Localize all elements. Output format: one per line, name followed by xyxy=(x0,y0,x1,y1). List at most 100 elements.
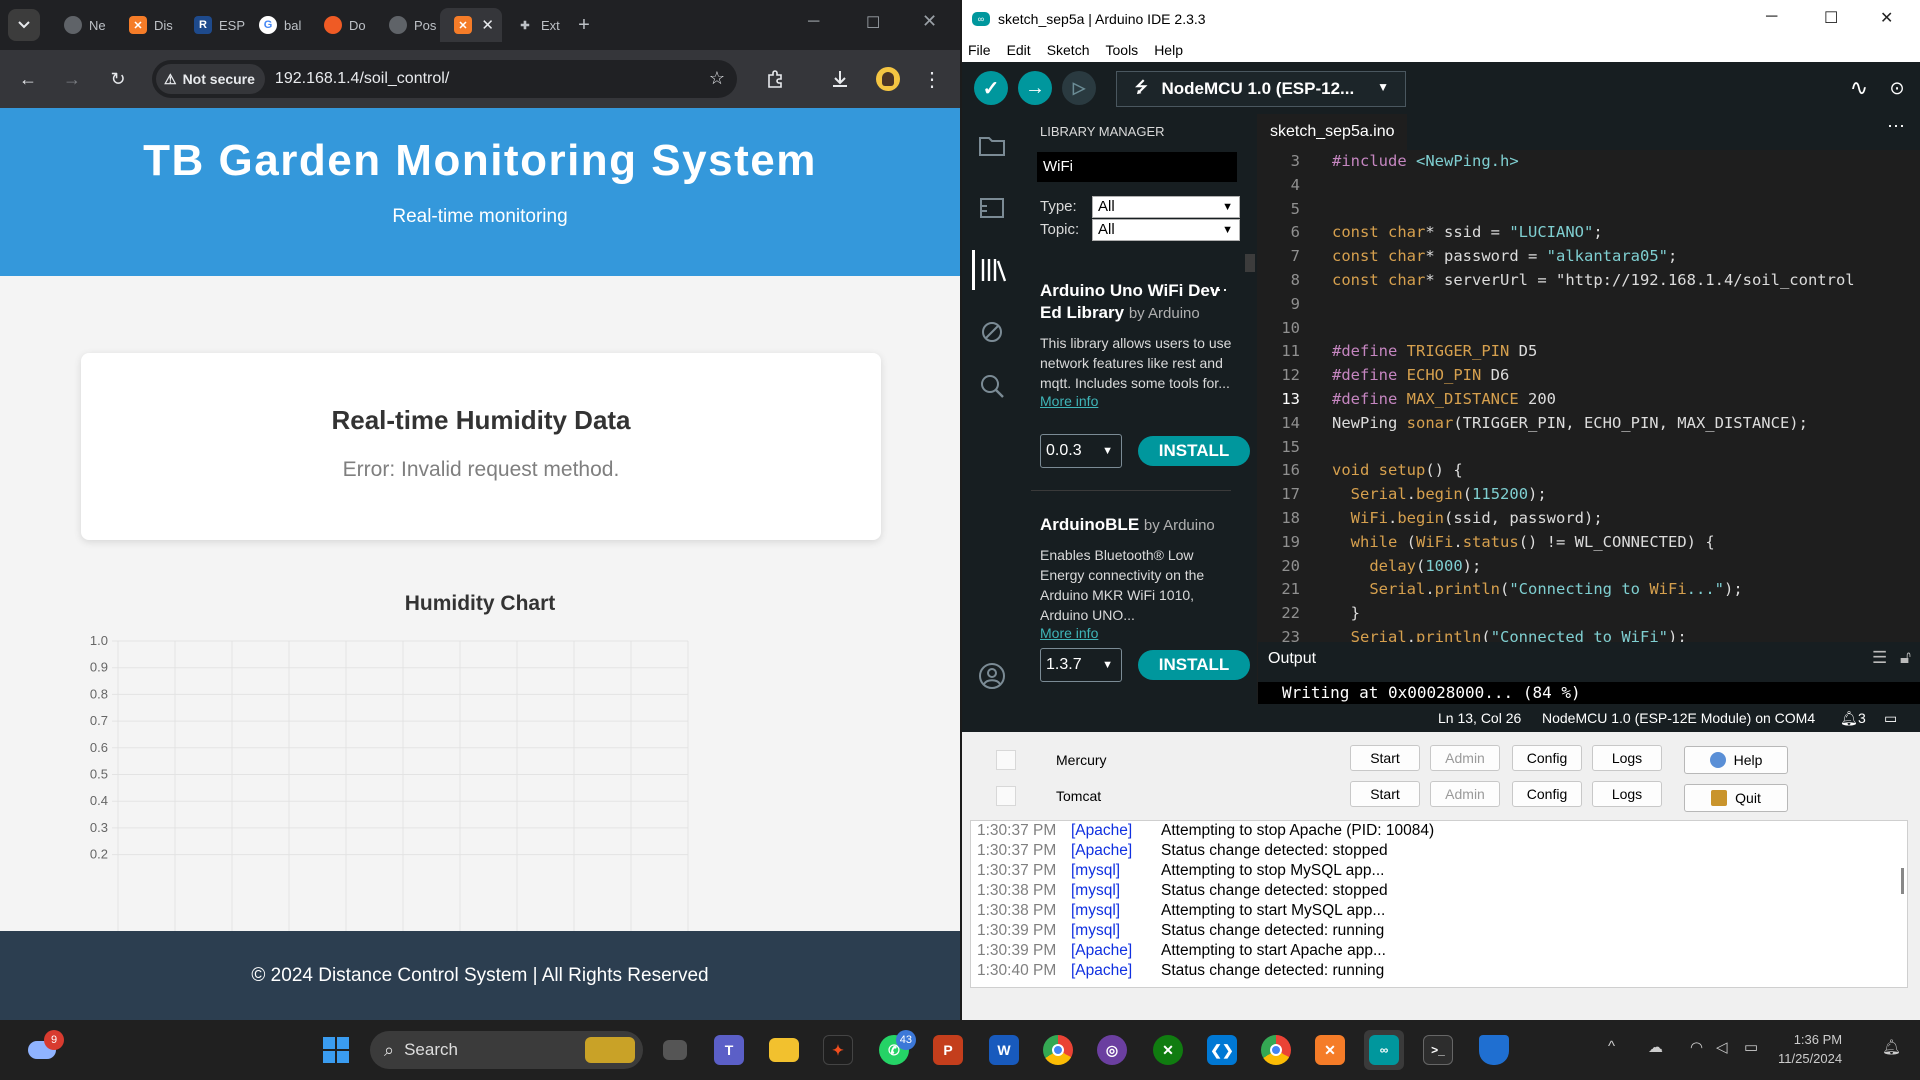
code-line[interactable]: 15 xyxy=(1258,436,1920,460)
service-checkbox[interactable] xyxy=(996,750,1016,770)
code-line[interactable]: 3 #include <NewPing.h> xyxy=(1258,150,1920,174)
menu-item[interactable]: Edit xyxy=(1007,38,1031,62)
tray-chevron-icon[interactable]: ^ xyxy=(1608,1038,1615,1055)
notification-icon[interactable]: 🔔︎ xyxy=(1840,704,1858,732)
chrome-icon[interactable] xyxy=(1038,1030,1078,1070)
lock-icon[interactable]: 🔓︎ xyxy=(1900,648,1911,668)
code-line[interactable]: 4 xyxy=(1258,174,1920,198)
code-line[interactable]: 17 Serial.begin(115200); xyxy=(1258,483,1920,507)
library-search-input[interactable]: WiFi xyxy=(1037,152,1237,182)
install-button[interactable]: INSTALL xyxy=(1138,436,1250,466)
security-chip[interactable]: ⚠ Not secure xyxy=(156,64,265,94)
weather-widget[interactable]: 9 xyxy=(22,1030,64,1070)
whatsapp-icon[interactable]: ✆ 43 xyxy=(874,1030,916,1070)
arduino-taskbar-icon[interactable]: ∞ xyxy=(1364,1030,1404,1070)
code-line[interactable]: 14 NewPing sonar(TRIGGER_PIN, ECHO_PIN, M… xyxy=(1258,412,1920,436)
xbox-icon[interactable]: ✕ xyxy=(1148,1030,1188,1070)
forward-icon[interactable]: → xyxy=(56,63,88,95)
volume-icon[interactable]: ◁ xyxy=(1716,1038,1728,1056)
bookmark-star-icon[interactable]: ☆ xyxy=(709,68,725,89)
version-select[interactable]: 0.0.3 ▼ xyxy=(1040,434,1122,468)
log-scrollbar[interactable] xyxy=(1901,868,1904,894)
code-line[interactable]: 10 xyxy=(1258,317,1920,341)
menu-item[interactable]: Help xyxy=(1154,38,1183,62)
serial-plotter-icon[interactable]: ∿ xyxy=(1842,71,1876,105)
verify-button[interactable]: ✓ xyxy=(974,71,1008,105)
download-icon[interactable] xyxy=(824,63,856,95)
more-options-icon[interactable]: ⋯ xyxy=(1887,116,1906,137)
chrome-profile-icon[interactable] xyxy=(1256,1030,1296,1070)
minimize-icon[interactable]: ─ xyxy=(808,13,819,31)
start-button[interactable]: Start xyxy=(1350,745,1420,771)
close-tab-icon[interactable]: ✕ xyxy=(481,16,494,34)
browser-tab[interactable]: Gbal xyxy=(245,8,310,42)
xampp-taskbar-icon[interactable]: ✕ xyxy=(1310,1030,1350,1070)
code-line[interactable]: 9 xyxy=(1258,293,1920,317)
code-line[interactable]: 19 while (WiFi.status() != WL_CONNECTED)… xyxy=(1258,531,1920,555)
file-explorer-icon[interactable] xyxy=(764,1030,804,1070)
back-icon[interactable]: ← xyxy=(12,63,44,95)
more-info-link[interactable]: More info xyxy=(1040,625,1240,641)
reload-icon[interactable]: ↻ xyxy=(102,63,134,95)
install-button[interactable]: INSTALL xyxy=(1138,650,1250,680)
debug-panel-icon[interactable] xyxy=(972,312,1012,352)
logs-button[interactable]: Logs xyxy=(1592,781,1662,807)
onedrive-icon[interactable]: ☁ xyxy=(1648,1038,1663,1056)
library-manager-icon[interactable] xyxy=(972,250,1012,290)
powerpoint-icon[interactable]: P xyxy=(928,1030,968,1070)
log-panel[interactable]: 1:30:37 PM [Apache] Attempting to stop Apa… xyxy=(970,820,1908,988)
code-line[interactable]: 22 } xyxy=(1258,602,1920,626)
code-line[interactable]: 7 const char* password = "alkantara05"; xyxy=(1258,245,1920,269)
figma-icon[interactable]: ✦ xyxy=(818,1030,858,1070)
board-status[interactable]: NodeMCU 1.0 (ESP-12E Module) on COM4 xyxy=(1542,704,1815,732)
word-icon[interactable]: W xyxy=(984,1030,1024,1070)
security-shield-icon[interactable] xyxy=(1474,1030,1514,1070)
code-line[interactable]: 16 void setup() { xyxy=(1258,459,1920,483)
service-checkbox[interactable] xyxy=(996,786,1016,806)
tab-search-button[interactable] xyxy=(8,9,40,41)
panel-toggle-icon[interactable]: ▭ xyxy=(1884,704,1897,732)
new-tab-button[interactable]: + xyxy=(567,8,601,42)
menu-item[interactable]: File xyxy=(968,38,991,62)
browser-tab[interactable]: ✕ ✕ xyxy=(440,8,502,42)
start-button[interactable]: Start xyxy=(1350,781,1420,807)
browser-tab[interactable]: Do xyxy=(310,8,375,42)
topic-select[interactable]: All ▼ xyxy=(1092,219,1240,241)
code-line[interactable]: 21 Serial.println("Connecting to WiFi...… xyxy=(1258,578,1920,602)
system-clock[interactable]: 1:36 PM 11/25/2024 xyxy=(1778,1030,1842,1068)
terminal-icon[interactable]: >_ xyxy=(1418,1030,1458,1070)
code-line[interactable]: 20 delay(1000); xyxy=(1258,555,1920,579)
board-selector[interactable]: ⭍ NodeMCU 1.0 (ESP-12... ▼ xyxy=(1116,71,1406,107)
clear-output-icon[interactable]: ☰ xyxy=(1872,648,1887,668)
more-info-link[interactable]: More info xyxy=(1040,393,1240,409)
url-text[interactable]: 192.168.1.4/soil_control/ xyxy=(275,70,449,88)
taskbar-search[interactable]: ⌕ Search xyxy=(370,1031,643,1069)
code-line[interactable]: 8 const char* serverUrl = "http://192.168… xyxy=(1258,269,1920,293)
assistant-app-icon[interactable]: ◎ xyxy=(1092,1030,1132,1070)
code-line[interactable]: 13 #define MAX_DISTANCE 200 xyxy=(1258,388,1920,412)
tab-sketch-file[interactable]: sketch_sep5a.ino xyxy=(1258,114,1407,150)
upload-button[interactable]: → xyxy=(1018,71,1052,105)
wifi-icon[interactable]: ◠ xyxy=(1690,1038,1703,1056)
library-scrollbar[interactable] xyxy=(1245,254,1255,272)
logs-button[interactable]: Logs xyxy=(1592,745,1662,771)
browser-tab[interactable]: ✚ Ext xyxy=(502,8,567,42)
menu-item[interactable]: Sketch xyxy=(1047,38,1090,62)
serial-monitor-icon[interactable]: ⊙ xyxy=(1880,71,1914,105)
battery-icon[interactable]: ▭ xyxy=(1744,1038,1758,1056)
vscode-icon[interactable]: ❮❯ xyxy=(1202,1030,1242,1070)
start-button[interactable] xyxy=(316,1030,356,1070)
browser-tab[interactable]: R ESP xyxy=(180,8,245,42)
maximize-icon[interactable]: ☐ xyxy=(866,13,880,33)
search-icon[interactable] xyxy=(972,366,1012,406)
sketchbook-folder-icon[interactable] xyxy=(972,126,1012,166)
version-select[interactable]: 1.3.7 ▼ xyxy=(1040,648,1122,682)
menu-item[interactable]: Tools xyxy=(1106,38,1139,62)
debug-button[interactable]: ▷ xyxy=(1062,71,1096,105)
more-menu-icon[interactable]: ⋮ xyxy=(916,63,948,95)
browser-tab[interactable]: Ne xyxy=(50,8,115,42)
help-button[interactable]: Help xyxy=(1684,746,1788,774)
config-button[interactable]: Config xyxy=(1512,781,1582,807)
task-view-icon[interactable] xyxy=(655,1030,695,1070)
minimize-icon[interactable]: ─ xyxy=(1766,8,1777,26)
